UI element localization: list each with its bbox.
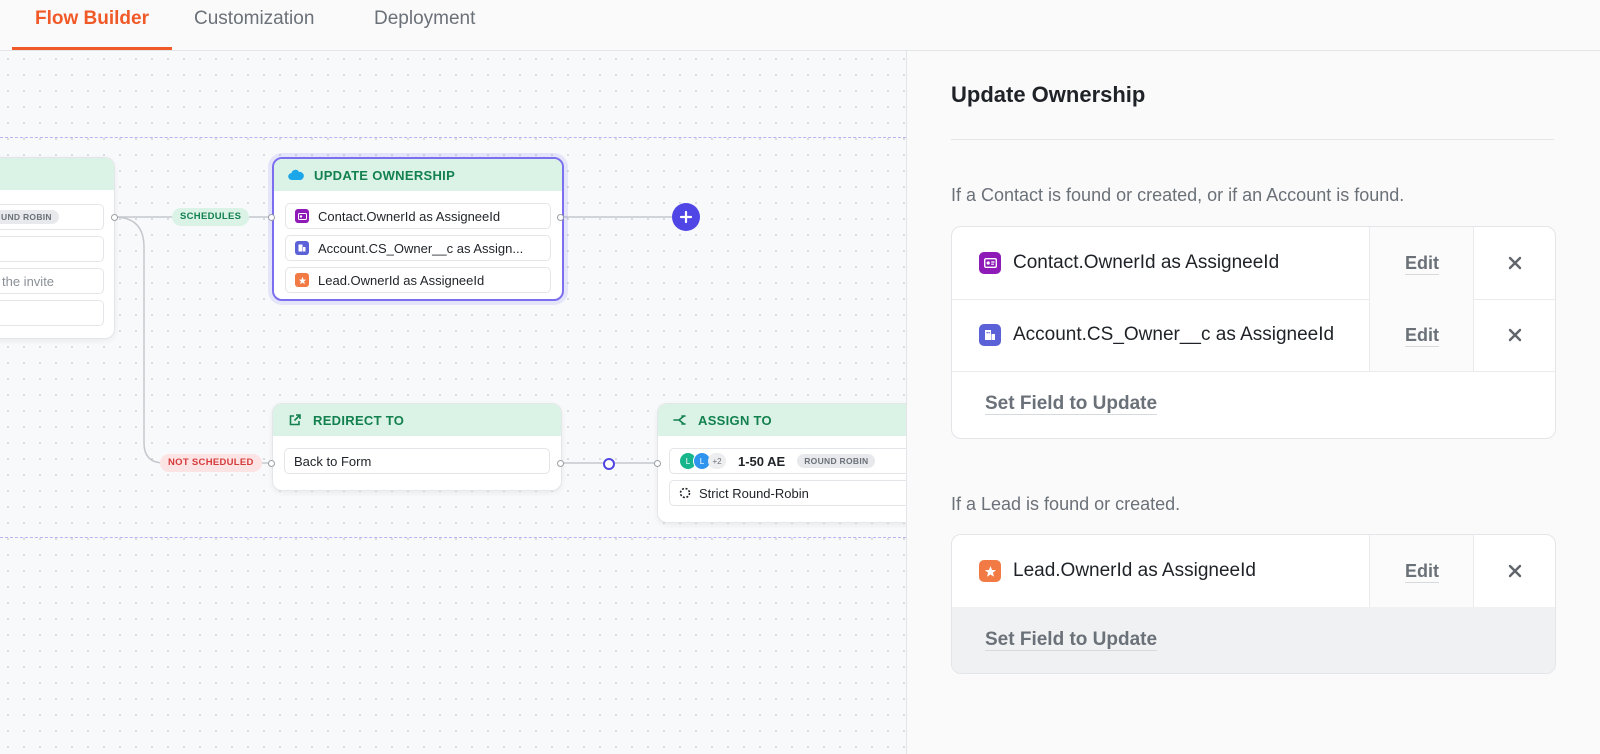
connection-port[interactable] bbox=[557, 214, 564, 221]
connection-port[interactable] bbox=[654, 460, 661, 467]
close-icon bbox=[1508, 256, 1522, 270]
node-header bbox=[0, 158, 114, 190]
node-title: REDIRECT TO bbox=[313, 412, 405, 428]
building-icon bbox=[979, 324, 1001, 346]
field-text: Contact.OwnerId as AssigneeId bbox=[1013, 252, 1280, 273]
field-row-lead: Lead.OwnerId as AssigneeId Edit bbox=[952, 535, 1555, 608]
tab-flow-builder[interactable]: Flow Builder bbox=[12, 0, 172, 50]
external-link-icon bbox=[287, 412, 303, 428]
field-text: Lead.OwnerId as AssigneeId bbox=[1013, 560, 1256, 581]
section-label-lead: If a Lead is found or created. bbox=[951, 494, 1181, 514]
add-step-button[interactable] bbox=[672, 203, 700, 231]
remove-button[interactable] bbox=[1473, 299, 1555, 371]
connection-port[interactable] bbox=[557, 460, 564, 467]
field-list-contact-account: Contact.OwnerId as AssigneeId Edit Accou… bbox=[951, 226, 1556, 439]
tab-deployment[interactable]: Deployment bbox=[374, 0, 475, 50]
lead-star-icon bbox=[979, 560, 1001, 582]
node-row-team[interactable]: L L +2 1-50 AE ROUND ROBIN bbox=[669, 448, 906, 474]
remove-button[interactable] bbox=[1473, 227, 1555, 299]
section-label-contact-account: If a Contact is found or created, or if … bbox=[951, 185, 1405, 205]
connection-port[interactable] bbox=[268, 214, 275, 221]
set-field-to-update-button[interactable]: Set Field to Update bbox=[952, 607, 1555, 673]
node-header: ASSIGN TO bbox=[658, 404, 906, 436]
edit-button[interactable]: Edit bbox=[1369, 227, 1474, 299]
node-title: UPDATE OWNERSHIP bbox=[314, 167, 456, 183]
team-name: 1-50 AE bbox=[738, 453, 786, 469]
connection-port[interactable] bbox=[268, 460, 275, 467]
flow-canvas[interactable]: UND ROBIN the invite SCHEDULES NOT SCHED… bbox=[0, 51, 906, 754]
redirect-to-node[interactable]: REDIRECT TO Back to Form bbox=[272, 403, 562, 491]
not-scheduled-pill: NOT SCHEDULED bbox=[160, 454, 262, 472]
round-robin-chip: UND ROBIN bbox=[0, 210, 59, 224]
building-icon bbox=[295, 241, 309, 255]
assign-to-node[interactable]: ASSIGN TO L L +2 1-50 AE ROUND ROBIN Str… bbox=[657, 403, 906, 523]
field-row-account: Account.CS_Owner__c as AssigneeId Edit bbox=[952, 299, 1555, 372]
node-row[interactable] bbox=[0, 300, 104, 326]
remove-button[interactable] bbox=[1473, 535, 1555, 607]
node-row[interactable]: UND ROBIN bbox=[0, 204, 104, 230]
close-icon bbox=[1508, 328, 1522, 342]
round-robin-chip: ROUND ROBIN bbox=[797, 454, 876, 468]
branch-icon bbox=[672, 412, 688, 428]
node-row[interactable]: the invite bbox=[0, 268, 104, 294]
scheduled-pill: SCHEDULES bbox=[172, 208, 250, 226]
top-tab-bar: Flow Builder Customization Deployment bbox=[0, 0, 1600, 51]
node-header: REDIRECT TO bbox=[273, 404, 561, 436]
edit-button[interactable]: Edit bbox=[1369, 299, 1474, 371]
tab-customization[interactable]: Customization bbox=[194, 0, 314, 50]
node-row-method[interactable]: Strict Round-Robin bbox=[669, 480, 906, 506]
panel-title-divider bbox=[951, 139, 1554, 140]
cloud-icon bbox=[288, 167, 304, 183]
node-row-account[interactable]: Account.CS_Owner__c as Assign... bbox=[285, 235, 551, 261]
node-row-redirect[interactable]: Back to Form bbox=[284, 448, 550, 474]
flow-node-partial[interactable]: UND ROBIN the invite bbox=[0, 157, 115, 339]
contact-card-icon bbox=[295, 209, 309, 223]
field-text: Account.CS_Owner__c as AssigneeId bbox=[1013, 324, 1335, 345]
contact-card-icon bbox=[979, 252, 1001, 274]
node-row-contact[interactable]: Contact.OwnerId as AssigneeId bbox=[285, 203, 551, 229]
plus-icon bbox=[679, 210, 693, 224]
avatar-overflow-count: +2 bbox=[708, 453, 726, 469]
edit-button[interactable]: Edit bbox=[1369, 535, 1474, 607]
panel-title: Update Ownership bbox=[951, 82, 1146, 107]
lead-star-icon bbox=[295, 273, 309, 287]
connector-node[interactable] bbox=[603, 458, 615, 470]
node-header: UPDATE OWNERSHIP bbox=[274, 159, 562, 191]
set-field-to-update-button[interactable]: Set Field to Update bbox=[952, 371, 1555, 437]
field-row-contact: Contact.OwnerId as AssigneeId Edit bbox=[952, 227, 1555, 300]
loading-spinner-icon bbox=[679, 487, 691, 499]
close-icon bbox=[1508, 564, 1522, 578]
node-title: ASSIGN TO bbox=[698, 412, 772, 428]
field-list-lead: Lead.OwnerId as AssigneeId Edit Set Fiel… bbox=[951, 534, 1556, 674]
connection-port[interactable] bbox=[111, 214, 118, 221]
update-ownership-node[interactable]: UPDATE OWNERSHIP Contact.OwnerId as Assi… bbox=[272, 157, 564, 301]
node-row[interactable] bbox=[0, 236, 104, 262]
node-row-lead[interactable]: Lead.OwnerId as AssigneeId bbox=[285, 267, 551, 293]
